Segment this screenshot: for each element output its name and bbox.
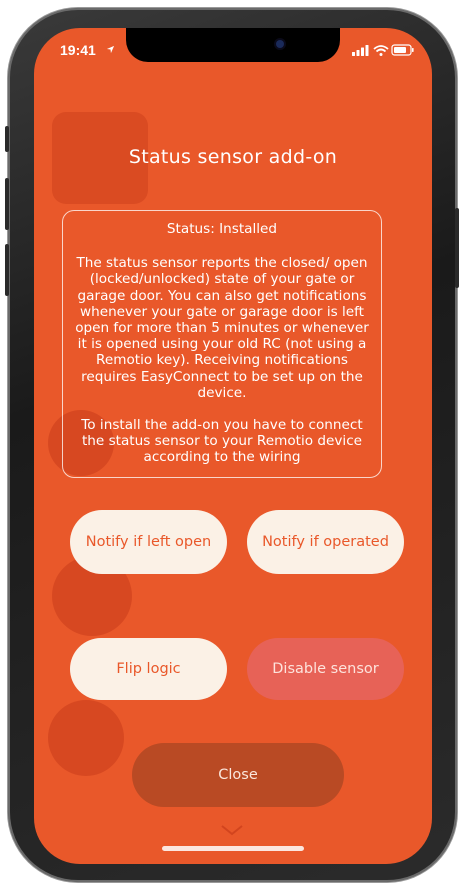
- power-button: [455, 208, 459, 288]
- status-line: Status: Installed: [166, 221, 278, 237]
- silent-switch: [5, 126, 9, 152]
- notify-if-left-open-button[interactable]: Notify if left open: [70, 510, 227, 574]
- dialog-title: Status sensor add-on: [128, 146, 338, 168]
- notify-if-operated-button[interactable]: Notify if operated: [247, 510, 404, 574]
- status-time: 19:41: [60, 42, 96, 58]
- status-bar: 19:41: [34, 28, 432, 72]
- chevron-down-icon: [221, 825, 243, 836]
- disable-sensor-button[interactable]: Disable sensor: [247, 638, 404, 700]
- flip-logic-button[interactable]: Flip logic: [70, 638, 227, 700]
- status-icons: [352, 44, 414, 56]
- info-text-box[interactable]: Status: Installed The status sensor repo…: [62, 210, 382, 478]
- cellular-signal-icon: [352, 45, 369, 56]
- volume-up-button: [5, 178, 9, 230]
- description-paragraph: The status sensor reports the closed/ op…: [75, 255, 369, 401]
- home-indicator[interactable]: [162, 846, 304, 851]
- install-paragraph: To install the add-on you have to connec…: [81, 417, 363, 466]
- close-button[interactable]: Close: [132, 743, 344, 807]
- volume-down-button: [5, 244, 9, 296]
- battery-icon: [391, 44, 414, 56]
- background-key-icon: [48, 700, 124, 776]
- location-arrow-icon: [106, 45, 115, 54]
- wifi-icon: [373, 45, 389, 56]
- app-screen: 19:41 Status sensor add-on Status: Insta…: [34, 28, 432, 864]
